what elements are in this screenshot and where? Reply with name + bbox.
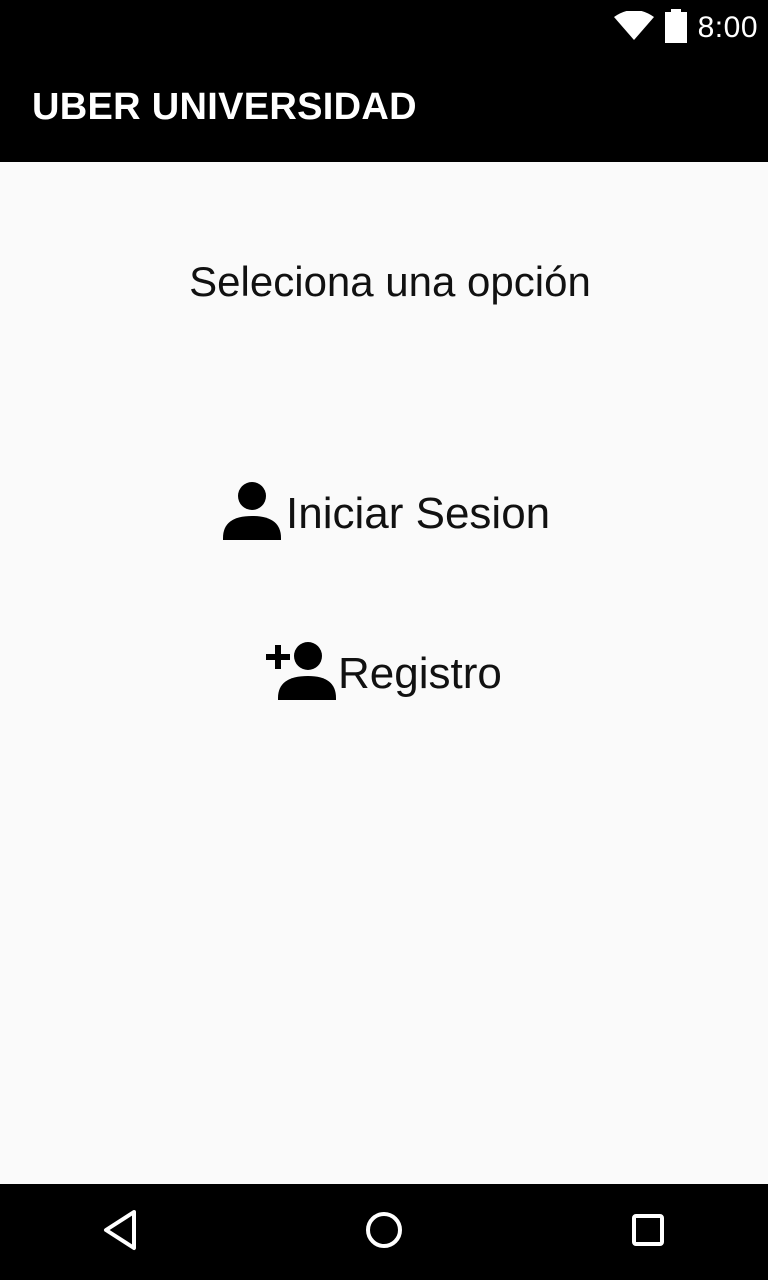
home-button[interactable] xyxy=(358,1206,410,1258)
wifi-icon xyxy=(613,10,654,45)
recents-button[interactable] xyxy=(622,1206,674,1258)
app-bar: UBER UNIVERSIDAD xyxy=(0,56,768,162)
person-add-icon xyxy=(264,640,338,709)
app-title: UBER UNIVERSIDAD xyxy=(32,86,417,128)
status-time: 8:00 xyxy=(697,11,758,44)
screen: 8:00 UBER UNIVERSIDAD Seleciona una opci… xyxy=(0,0,768,1280)
login-button[interactable]: Iniciar Sesion xyxy=(220,480,550,548)
navigation-bar xyxy=(0,1184,768,1280)
register-label: Registro xyxy=(338,649,502,698)
recents-icon xyxy=(629,1211,667,1253)
login-label: Iniciar Sesion xyxy=(286,489,551,538)
prompt-text: Seleciona una opción xyxy=(189,258,591,305)
register-button[interactable]: Registro xyxy=(264,640,502,708)
battery-icon xyxy=(664,9,688,47)
back-button[interactable] xyxy=(94,1206,146,1258)
status-bar: 8:00 xyxy=(0,0,768,56)
back-icon xyxy=(100,1208,140,1256)
home-icon xyxy=(364,1210,404,1254)
status-icons: 8:00 xyxy=(613,6,758,50)
main-content: Seleciona una opción Iniciar Sesion Regi… xyxy=(0,162,768,1184)
person-icon xyxy=(220,480,286,549)
